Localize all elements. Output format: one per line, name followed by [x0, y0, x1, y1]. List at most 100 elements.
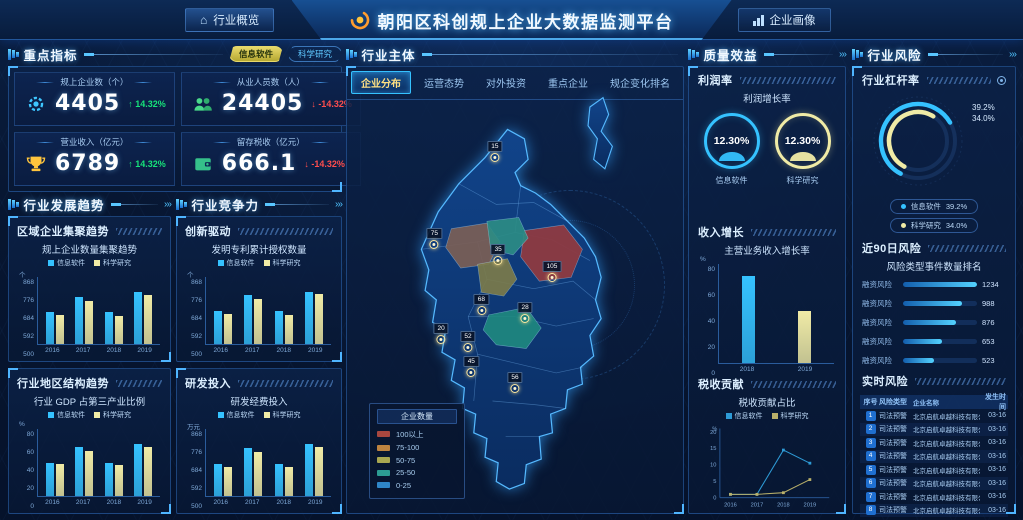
row-number-cell: 6 — [862, 478, 879, 488]
tab-5[interactable]: 规企变化排名 — [601, 72, 679, 93]
realtime-risk-subsection: 实时风险 序号风险类型企业名称发生时间1司法预警北京启航卓越科技有限公司03-1… — [860, 366, 1008, 509]
risk-bar-track — [903, 282, 977, 287]
section-head: 重点指标 信息软件科学研究 — [8, 46, 342, 62]
y-tick-label: 80 — [27, 431, 34, 438]
risk-type-cell: 司法预警 — [879, 478, 913, 488]
filter-tag-inactive[interactable]: 科学研究 — [288, 46, 342, 62]
equalizer-icon — [346, 49, 357, 60]
y-tick-label: 20 — [27, 485, 34, 492]
card-region-structure: 行业地区结构趋势 行业 GDP 占第三产业比例信息软件科学研究%80604020… — [8, 368, 171, 514]
x-tick-label: 2018 — [277, 347, 291, 356]
divider-line — [764, 54, 833, 55]
x-tick-label: 2019 — [137, 347, 151, 356]
location-marker-icon — [521, 314, 530, 323]
risk-bar-row: 融资风险653 — [862, 336, 1006, 347]
pin-value: 75 — [427, 228, 442, 239]
kpi-delta: ↓ -14.32% — [304, 159, 345, 169]
leverage-arc-svg — [866, 89, 970, 193]
table-row[interactable]: 5司法预警北京启航卓越科技有限公司03-16 — [860, 463, 1008, 477]
risk-type-label: 融资风险 — [862, 279, 898, 290]
more-arrows[interactable]: ››› — [335, 199, 342, 210]
kpi-value: 24405 — [222, 93, 304, 115]
kpi-label-row: 留存税收（亿元） — [182, 136, 360, 148]
x-tick-label: 2018 — [740, 366, 754, 375]
bar — [315, 294, 323, 344]
table-header-cell: 发生时间 — [980, 392, 1006, 412]
time-cell: 03-16 — [980, 453, 1006, 460]
map-pin[interactable]: 52 — [460, 331, 475, 352]
nav-industry-overview[interactable]: ⌂ 行业概览 — [185, 8, 274, 32]
bar — [214, 464, 222, 496]
risk-type-cell: 司法预警 — [879, 411, 913, 421]
hatch-decoration — [751, 381, 836, 388]
y-tick-label: 776 — [23, 297, 34, 304]
table-row[interactable]: 2司法预警北京启航卓越科技有限公司03-16 — [860, 423, 1008, 437]
chart-plot — [205, 429, 331, 497]
more-arrows[interactable]: ››› — [839, 49, 846, 60]
title-wrap: 朝阳区科创规上企业大数据监测平台 — [350, 0, 674, 40]
company-name-cell: 北京启航卓越科技有限公司 — [913, 411, 980, 421]
table-row[interactable]: 3司法预警北京启航卓越科技有限公司03-16 — [860, 436, 1008, 450]
table-row[interactable]: 6司法预警北京启航卓越科技有限公司03-16 — [860, 477, 1008, 491]
gauge-mound — [719, 152, 745, 161]
map-pin[interactable]: 45 — [464, 356, 479, 377]
risk-type-label: 融资风险 — [862, 298, 898, 309]
bar — [798, 311, 811, 363]
more-arrows[interactable]: ››› — [164, 199, 171, 210]
bar-chart-enterprise-cluster: 规上企业数量集聚趋势信息软件科学研究个868776684592500201620… — [15, 240, 164, 356]
risk-bar-row: 融资风险1234 — [862, 279, 1006, 290]
legend-swatch — [264, 412, 270, 418]
y-tick-label: 40 — [708, 318, 715, 325]
x-tick-label: 2017 — [245, 499, 259, 508]
location-marker-icon — [430, 240, 439, 249]
map-pin[interactable]: 56 — [507, 372, 522, 393]
x-tick-label: 2016 — [214, 347, 228, 356]
axis-unit-label: 个 — [19, 269, 26, 279]
more-arrows[interactable]: ››› — [1009, 49, 1016, 60]
legend-item: 信息软件 — [48, 258, 85, 268]
y-tick-label: 868 — [23, 279, 34, 286]
x-tick-label: 2019 — [308, 499, 322, 508]
map-pin[interactable]: 105 — [543, 261, 562, 282]
chart-plot — [37, 429, 160, 497]
legend-item: 科学研究 — [264, 258, 301, 268]
map-pin[interactable]: 75 — [427, 228, 442, 249]
kpi-label: 规上企业数（个） — [60, 76, 128, 88]
nav-enterprise-profile[interactable]: 企业画像 — [738, 8, 831, 32]
hatch-decoration — [751, 229, 836, 236]
legend-item: 信息软件 — [218, 258, 255, 268]
hatch-decoration — [927, 77, 992, 84]
gauge-circle: 12.30% — [775, 113, 831, 169]
map-pin[interactable]: 35 — [491, 244, 506, 265]
tab-4[interactable]: 重点企业 — [539, 72, 597, 93]
map-pin[interactable]: 15 — [487, 141, 502, 162]
bar-chart-income-growth: 主营业务收入增长率%80604020020182019 — [696, 241, 838, 375]
profit-subsection: 利润率 利润增长率 12.30%信息软件12.30%科学研究 — [696, 71, 838, 223]
label-line — [213, 82, 231, 83]
tab-1[interactable]: 企业分布 — [351, 71, 411, 94]
risk-type-label: 融资风险 — [862, 355, 898, 366]
pin-value: 35 — [491, 244, 506, 255]
row-number-cell: 3 — [862, 438, 879, 448]
card-subtitle: 区域企业集聚趋势 — [17, 223, 109, 239]
plot-wrap: 2016201720182019 — [205, 429, 331, 508]
hatch-decoration — [116, 228, 162, 235]
table-row[interactable]: 4司法预警北京启航卓越科技有限公司03-16 — [860, 450, 1008, 464]
filter-tag-active[interactable]: 信息软件 — [229, 46, 283, 62]
tab-2[interactable]: 运营态势 — [415, 72, 473, 93]
map-pin[interactable]: 28 — [517, 302, 532, 323]
table-row[interactable]: 8司法预警北京启航卓越科技有限公司03-16 — [860, 504, 1008, 518]
map-pin[interactable]: 20 — [433, 323, 448, 344]
y-tick-label: 60 — [27, 449, 34, 456]
y-tick-label: 592 — [191, 333, 202, 340]
kpi-delta: ↑ 14.32% — [128, 159, 166, 169]
map-legend-item: 0-25 — [377, 481, 457, 490]
chart-title: 行业 GDP 占第三产业比例 — [15, 394, 164, 408]
target-icon[interactable] — [997, 76, 1006, 85]
table-row[interactable]: 7司法预警北京启航卓越科技有限公司03-16 — [860, 490, 1008, 504]
map-pin[interactable]: 68 — [474, 294, 489, 315]
card-subtitle: 税收贡献 — [698, 376, 744, 392]
tab-3[interactable]: 对外投资 — [477, 72, 535, 93]
x-tick-label: 2018 — [277, 499, 291, 508]
divider-line — [84, 54, 223, 55]
